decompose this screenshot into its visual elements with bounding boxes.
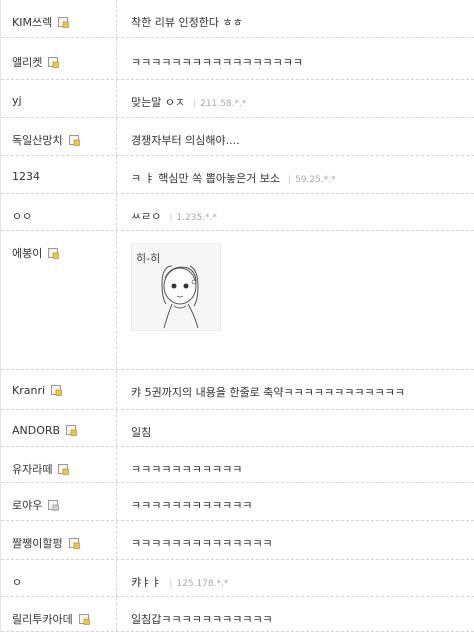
comment-row: 로야우 ㅋㅋㅋㅋㅋㅋㅋㅋㅋㅋㅋㅋ — [1, 483, 474, 521]
lock-badge-icon — [58, 464, 70, 475]
lock-badge-icon — [48, 500, 60, 511]
author-name[interactable]: 1234 — [12, 170, 40, 183]
author-name[interactable]: ㅇ — [12, 576, 22, 589]
ip-value: 1.235.*.* — [176, 213, 217, 223]
comment-author[interactable]: ㅇㅇ — [1, 194, 117, 230]
comment-author[interactable]: 앨리켓 — [1, 38, 117, 79]
comment-text: ㅆㄹㅇ — [131, 210, 162, 223]
lock-badge-icon — [68, 135, 80, 146]
comment-list: KIM쓰렉 착한 리뷰 인정한다 ㅎㅎ 앨리켓 ㅋㅋㅋㅋㅋㅋㅋㅋㅋㅋㅋㅋㅋㅋㅋㅋ… — [0, 0, 474, 632]
comment-text: ㅋㅋㅋㅋㅋㅋㅋㅋㅋㅋㅋㅋㅋㅋ — [131, 537, 273, 550]
comment-row: 1234 ㅋ ㅑ 핵심만 쏙 뽑아놓은거 보소 | 59.25.*.* — [1, 156, 474, 194]
author-name[interactable]: 에봉이 — [12, 247, 42, 260]
lock-badge-icon — [68, 538, 80, 549]
comment-body: 맞는말 ㅇㅈ | 211.58.*.* — [117, 80, 474, 117]
comment-author[interactable]: yj — [1, 80, 117, 117]
author-name[interactable]: 릴리투카아데 — [12, 613, 73, 626]
comment-text: 캬 5권까지의 내용을 한줄로 축약ㅋㅋㅋㅋㅋㅋㅋㅋㅋㅋㅋㅋ — [131, 386, 405, 399]
comment-author[interactable]: 릴리투카아데 — [1, 597, 117, 631]
comment-text: 캬ㅑㅑ — [131, 576, 162, 589]
lock-badge-icon — [48, 248, 60, 259]
drawing-image: 히-히 — [131, 243, 221, 331]
ip-value: 211.58.*.* — [200, 99, 247, 109]
comment-body: ㅋㅋㅋㅋㅋㅋㅋㅋㅋㅋㅋ — [117, 447, 474, 482]
ip-address: | 125.178.*.* — [169, 579, 228, 589]
comment-row: KIM쓰렉 착한 리뷰 인정한다 ㅎㅎ — [1, 0, 474, 38]
comment-body: 착한 리뷰 인정한다 ㅎㅎ — [117, 0, 474, 37]
lock-badge-icon — [78, 614, 90, 625]
comment-row: ㅇ 캬ㅑㅑ | 125.178.*.* — [1, 560, 474, 597]
drawing-caption: 히-히 — [136, 251, 160, 265]
comment-row: Kranri 캬 5권까지의 내용을 한줄로 축약ㅋㅋㅋㅋㅋㅋㅋㅋㅋㅋㅋㅋ — [1, 370, 474, 410]
comment-body: ㅋ ㅑ 핵심만 쏙 뽑아놓은거 보소 | 59.25.*.* — [117, 156, 474, 193]
ip-address: | 1.235.*.* — [169, 213, 217, 223]
comment-text: ㅋㅋㅋㅋㅋㅋㅋㅋㅋㅋㅋㅋㅋㅋㅋㅋㅋ — [131, 56, 304, 69]
comment-body: ㅋㅋㅋㅋㅋㅋㅋㅋㅋㅋㅋㅋ — [117, 483, 474, 520]
ip-separator: | — [288, 175, 292, 185]
ip-value: 59.25.*.* — [295, 175, 336, 185]
author-name[interactable]: yj — [12, 94, 22, 107]
comment-body: 일침 — [117, 410, 474, 446]
girl-sketch-icon: 히-히 — [136, 251, 199, 329]
comment-text: 일침 — [131, 426, 152, 439]
comment-body: 일침갑ㅋㅋㅋㅋㅋㅋㅋㅋㅋㅋㅋ — [117, 597, 474, 631]
author-name[interactable]: 짤쨍이할펑 — [12, 537, 63, 550]
lock-badge-icon — [48, 57, 60, 68]
author-name[interactable]: ANDORB — [12, 424, 60, 437]
comment-row: 유자라떼 ㅋㅋㅋㅋㅋㅋㅋㅋㅋㅋㅋ — [1, 447, 474, 483]
author-name[interactable]: Kranri — [12, 384, 45, 397]
comment-author[interactable]: ANDORB — [1, 410, 117, 446]
comment-text: 맞는말 ㅇㅈ — [131, 96, 186, 109]
ip-separator: | — [193, 99, 197, 109]
comment-body: 히-히 — [117, 231, 474, 369]
comment-row: 에봉이 히-히 — [1, 231, 474, 370]
comment-row: 릴리투카아데 일침갑ㅋㅋㅋㅋㅋㅋㅋㅋㅋㅋㅋ — [1, 597, 474, 632]
comment-text: ㅋㅋㅋㅋㅋㅋㅋㅋㅋㅋㅋ — [131, 463, 243, 476]
comment-text: 일침갑ㅋㅋㅋㅋㅋㅋㅋㅋㅋㅋㅋ — [131, 613, 273, 626]
comment-row: ㅇㅇ ㅆㄹㅇ | 1.235.*.* — [1, 194, 474, 231]
ip-separator: | — [169, 213, 173, 223]
author-name[interactable]: 유자라떼 — [12, 463, 52, 476]
comment-body: ㅆㄹㅇ | 1.235.*.* — [117, 194, 474, 230]
comment-author[interactable]: KIM쓰렉 — [1, 0, 117, 37]
comment-text: 경쟁자부터 의심해야.... — [131, 134, 240, 147]
comment-text: 착한 리뷰 인정한다 ㅎㅎ — [131, 16, 243, 29]
comment-author[interactable]: 독일산망치 — [1, 118, 117, 155]
comment-row: 앨리켓 ㅋㅋㅋㅋㅋㅋㅋㅋㅋㅋㅋㅋㅋㅋㅋㅋㅋ — [1, 38, 474, 80]
comment-author[interactable]: 로야우 — [1, 483, 117, 520]
comment-author[interactable]: 에봉이 — [1, 231, 117, 369]
comment-author[interactable]: 1234 — [1, 156, 117, 193]
author-name[interactable]: ㅇㅇ — [12, 210, 32, 223]
comment-author[interactable]: Kranri — [1, 370, 117, 409]
author-name[interactable]: 앨리켓 — [12, 56, 42, 69]
comment-text: ㅋ ㅑ 핵심만 쏙 뽑아놓은거 보소 — [131, 172, 281, 185]
comment-row: 독일산망치 경쟁자부터 의심해야.... — [1, 118, 474, 156]
comment-row: ANDORB 일침 — [1, 410, 474, 447]
ip-address: | 59.25.*.* — [288, 175, 336, 185]
ip-value: 125.178.*.* — [176, 579, 229, 589]
comment-row: yj 맞는말 ㅇㅈ | 211.58.*.* — [1, 80, 474, 118]
comment-author[interactable]: 짤쨍이할펑 — [1, 521, 117, 559]
author-name[interactable]: 로야우 — [12, 499, 42, 512]
comment-body: ㅋㅋㅋㅋㅋㅋㅋㅋㅋㅋㅋㅋㅋㅋㅋㅋㅋ — [117, 38, 474, 79]
ip-separator: | — [169, 579, 173, 589]
comment-text: ㅋㅋㅋㅋㅋㅋㅋㅋㅋㅋㅋㅋ — [131, 499, 253, 512]
author-name[interactable]: 독일산망치 — [12, 134, 63, 147]
author-name[interactable]: KIM쓰렉 — [12, 16, 52, 29]
comment-body: 경쟁자부터 의심해야.... — [117, 118, 474, 155]
comment-body: ㅋㅋㅋㅋㅋㅋㅋㅋㅋㅋㅋㅋㅋㅋ — [117, 521, 474, 559]
comment-row: 짤쨍이할펑 ㅋㅋㅋㅋㅋㅋㅋㅋㅋㅋㅋㅋㅋㅋ — [1, 521, 474, 560]
comment-body: 캬ㅑㅑ | 125.178.*.* — [117, 560, 474, 596]
lock-badge-icon — [51, 385, 62, 396]
lock-badge-icon — [58, 17, 70, 28]
lock-badge-icon — [66, 425, 77, 436]
comment-author[interactable]: 유자라떼 — [1, 447, 117, 482]
comment-author[interactable]: ㅇ — [1, 560, 117, 596]
ip-address: | 211.58.*.* — [193, 99, 246, 109]
comment-body: 캬 5권까지의 내용을 한줄로 축약ㅋㅋㅋㅋㅋㅋㅋㅋㅋㅋㅋㅋ — [117, 370, 474, 409]
